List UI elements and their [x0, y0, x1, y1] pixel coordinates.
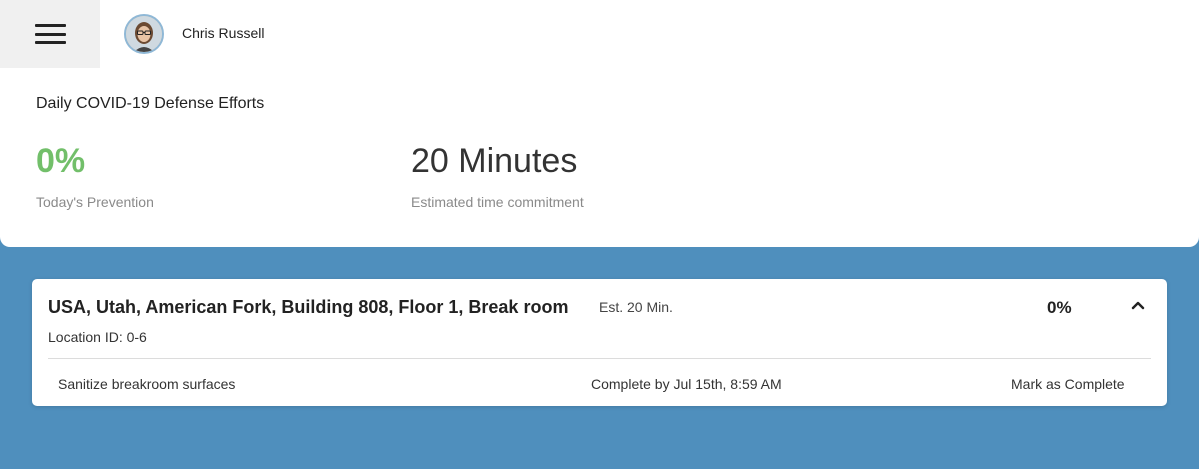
menu-button[interactable] — [0, 0, 100, 68]
hamburger-icon — [34, 24, 66, 44]
time-commitment-value: 20 Minutes — [411, 142, 578, 180]
chevron-up-icon[interactable] — [1130, 297, 1146, 313]
user-name[interactable]: Chris Russell — [182, 25, 264, 41]
page-title: Daily COVID-19 Defense Efforts — [36, 95, 265, 112]
divider — [48, 358, 1151, 359]
location-percentage: 0% — [1047, 298, 1072, 317]
summary-panel: Chris Russell Daily COVID-19 Defense Eff… — [0, 0, 1199, 247]
prevention-percentage: 0% — [36, 142, 86, 180]
location-estimate: Est. 20 Min. — [599, 299, 673, 315]
mark-complete-button[interactable]: Mark as Complete — [1011, 376, 1125, 392]
location-id: Location ID: 0-6 — [48, 329, 147, 345]
task-name: Sanitize breakroom surfaces — [58, 376, 236, 392]
task-due-date: Complete by Jul 15th, 8:59 AM — [591, 376, 782, 392]
time-commitment-label: Estimated time commitment — [411, 194, 584, 210]
avatar[interactable] — [124, 14, 164, 54]
location-card: USA, Utah, American Fork, Building 808, … — [32, 279, 1167, 406]
location-name: USA, Utah, American Fork, Building 808, … — [48, 297, 569, 317]
prevention-label: Today's Prevention — [36, 194, 154, 210]
user-avatar-image — [126, 16, 162, 52]
